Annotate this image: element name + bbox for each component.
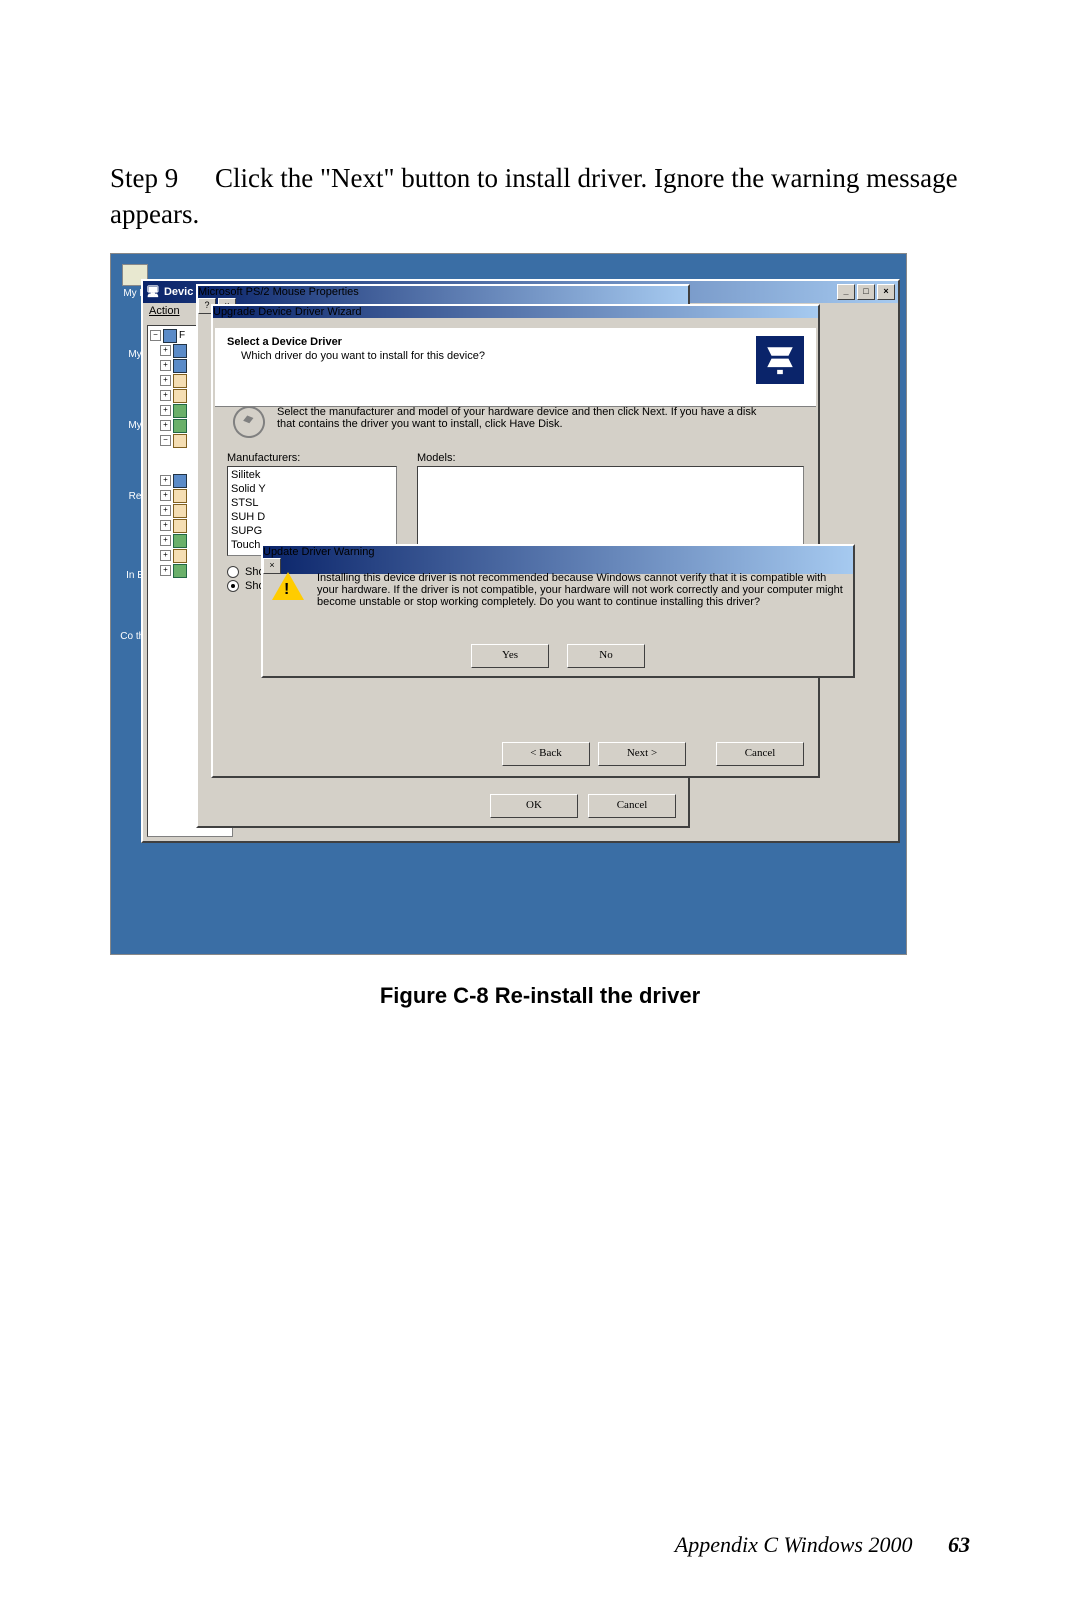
minimize-button[interactable]: _	[837, 284, 855, 300]
device-icon	[173, 564, 187, 578]
titlebar[interactable]: Upgrade Device Driver Wizard	[213, 306, 818, 318]
tree-collapse-icon[interactable]: −	[150, 330, 161, 341]
yes-button[interactable]: Yes	[471, 644, 549, 668]
device-icon	[173, 549, 187, 563]
figure-caption: Figure C-8 Re-install the driver	[110, 983, 970, 1009]
list-item[interactable]: SUH D	[231, 510, 393, 524]
device-icon	[173, 404, 187, 418]
device-icon	[173, 344, 187, 358]
list-item[interactable]: SUPG	[231, 524, 393, 538]
warning-title: Update Driver Warning	[263, 546, 374, 558]
tree-expand-icon[interactable]: +	[160, 520, 171, 531]
wizard-info-text: Select the manufacturer and model of you…	[277, 406, 777, 430]
device-icon	[173, 474, 187, 488]
wizard-title: Upgrade Device Driver Wizard	[213, 306, 362, 318]
step-body: Click the "Next" button to install drive…	[110, 163, 958, 229]
back-button[interactable]: < Back	[502, 742, 590, 766]
tree-expand-icon[interactable]: +	[160, 535, 171, 546]
step-text: Step 9 Click the "Next" button to instal…	[110, 160, 970, 233]
titlebar[interactable]: Update Driver Warning ×	[263, 546, 853, 574]
cancel-button[interactable]: Cancel	[588, 794, 676, 818]
dialog-title: Microsoft PS/2 Mouse Properties	[198, 286, 359, 298]
wizard-header: Select a Device Driver Which driver do y…	[215, 328, 816, 407]
page-number: 63	[948, 1532, 970, 1557]
device-icon	[173, 504, 187, 518]
wizard-heading: Select a Device Driver	[227, 336, 485, 348]
update-driver-warning-dialog: Update Driver Warning × Installing this …	[261, 544, 855, 678]
tree-expand-icon[interactable]: +	[160, 490, 171, 501]
tree-expand-icon[interactable]: +	[160, 550, 171, 561]
step-label: Step 9	[110, 163, 208, 193]
device-icon	[173, 534, 187, 548]
close-button[interactable]: ×	[877, 284, 895, 300]
list-item[interactable]: Silitek	[231, 468, 393, 482]
radio-icon	[227, 580, 239, 592]
window-title: Devic	[164, 286, 193, 298]
computer-icon	[163, 329, 177, 343]
upgrade-driver-wizard: Upgrade Device Driver Wizard Select a De…	[211, 304, 820, 778]
warning-icon	[273, 572, 303, 600]
manufacturers-listbox[interactable]: Silitek Solid Y STSL SUH D SUPG Touch	[227, 466, 397, 556]
device-icon	[173, 359, 187, 373]
tree-expand-icon[interactable]: +	[160, 405, 171, 416]
window-icon: 🖥	[146, 285, 160, 298]
device-icon	[173, 374, 187, 388]
list-item[interactable]: Solid Y	[231, 482, 393, 496]
maximize-button[interactable]: □	[857, 284, 875, 300]
tree-expand-icon[interactable]: +	[160, 360, 171, 371]
no-button[interactable]: No	[567, 644, 645, 668]
tree-expand-icon[interactable]: +	[160, 390, 171, 401]
wizard-subheading: Which driver do you want to install for …	[241, 350, 485, 362]
tree-expand-icon[interactable]: +	[160, 345, 171, 356]
tree-expand-icon[interactable]: +	[160, 475, 171, 486]
cancel-button[interactable]: Cancel	[716, 742, 804, 766]
tree-expand-icon[interactable]: +	[160, 565, 171, 576]
info-icon	[229, 402, 268, 441]
manufacturers-label: Manufacturers:	[227, 452, 397, 464]
tree-expand-icon[interactable]: +	[160, 505, 171, 516]
tree-expand-icon[interactable]: +	[160, 375, 171, 386]
device-icon	[173, 389, 187, 403]
screenshot-desktop: My D My My Re In E Co the	[110, 253, 907, 955]
footer-text: Appendix C Windows 2000	[675, 1532, 913, 1557]
device-icon	[173, 519, 187, 533]
menu-action[interactable]: Action	[149, 305, 180, 317]
device-icon	[173, 419, 187, 433]
next-button[interactable]: Next >	[598, 742, 686, 766]
device-icon	[173, 489, 187, 503]
models-label: Models:	[417, 452, 804, 464]
warning-message: Installing this device driver is not rec…	[317, 572, 843, 608]
device-icon	[173, 434, 187, 448]
page-footer: Appendix C Windows 2000 63	[675, 1532, 970, 1558]
models-listbox[interactable]	[417, 466, 804, 556]
radio-icon	[227, 566, 239, 578]
list-item[interactable]: STSL	[231, 496, 393, 510]
ok-button[interactable]: OK	[490, 794, 578, 818]
tree-expand-icon[interactable]: +	[160, 420, 171, 431]
wizard-graphic-icon	[756, 336, 804, 384]
tree-collapse-icon[interactable]: −	[160, 435, 171, 446]
